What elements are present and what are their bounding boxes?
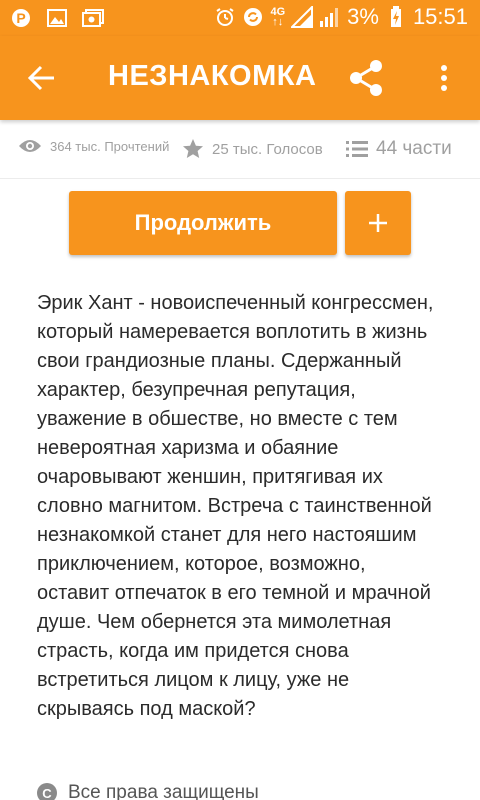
share-icon: [350, 60, 382, 96]
image-icon: [46, 7, 68, 29]
more-options-button[interactable]: [430, 58, 458, 98]
continue-reading-button[interactable]: Продолжить: [69, 191, 337, 255]
clock: 15:51: [412, 4, 468, 29]
divider: [0, 178, 480, 179]
battery-charging-icon: [385, 6, 407, 28]
story-description: Эрик Хант - новоиспеченный конгрессмен, …: [37, 292, 434, 720]
svg-text:P: P: [16, 10, 25, 26]
reads-stat: 364 тыс. Прочтений: [18, 138, 169, 154]
votes-stat: 25 тыс. Голосов: [182, 138, 323, 160]
network-type: 4G ↑↓: [270, 6, 286, 28]
status-bar: P 4G ↑↓ 3% 15:51: [0, 0, 480, 36]
eye-icon: [19, 140, 41, 152]
share-button[interactable]: [344, 56, 388, 100]
votes-count: 25 тыс. Голосов: [212, 140, 323, 158]
back-button[interactable]: [22, 58, 62, 98]
page-title: НЕЗНАКОМКА: [108, 60, 317, 92]
reads-count: 364 тыс. Прочтений: [50, 138, 170, 154]
story-stats: 364 тыс. Прочтений 25 тыс. Голосов 44 ча…: [0, 138, 480, 168]
sync-icon: [242, 6, 264, 28]
more-vert-icon: [441, 65, 447, 91]
parts-count: 44 части: [376, 138, 452, 159]
signal-icon-2: [319, 6, 341, 28]
pinterest-icon: P: [10, 7, 32, 29]
star-icon: [183, 139, 203, 158]
parts-stat: 44 части: [346, 138, 452, 160]
copyright-text: Все права защищены: [68, 782, 259, 800]
copyright-notice: C Все права защищены: [36, 782, 259, 800]
alarm-icon: [214, 6, 236, 28]
list-icon: [346, 141, 368, 157]
arrow-left-icon: [27, 65, 54, 91]
add-to-library-button[interactable]: [345, 191, 411, 255]
plus-icon: [369, 214, 387, 232]
signal-icon: [291, 6, 314, 28]
app-bar: НЕЗНАКОМКА: [0, 36, 480, 120]
photo-stack-icon: [82, 7, 104, 29]
svg-text:C: C: [42, 786, 52, 800]
battery-percent: 3%: [347, 4, 379, 29]
copyright-icon: C: [37, 783, 57, 800]
